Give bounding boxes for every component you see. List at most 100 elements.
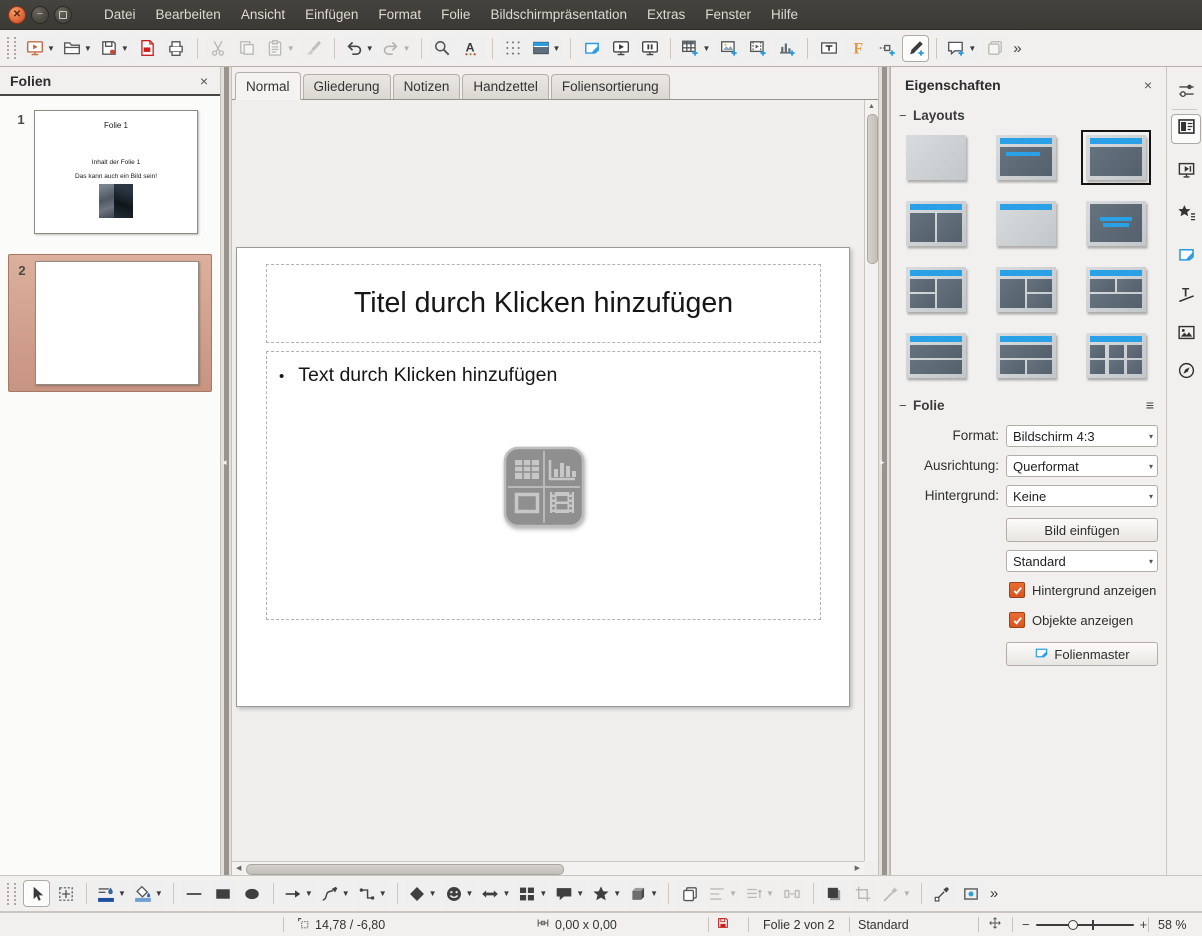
sidebar-tab-properties[interactable] <box>1171 114 1201 144</box>
window-minimize-button[interactable]: − <box>31 6 49 24</box>
slide-thumbnail-1[interactable]: 1 Folie 1 Inhalt der Folie 1 Das kann au… <box>8 104 212 240</box>
master-name-field[interactable]: Standard <box>858 913 909 936</box>
collapse-left-handle[interactable]: ◂ <box>222 457 227 468</box>
menu-ansicht[interactable]: Ansicht <box>231 0 295 30</box>
zoom-slider-thumb[interactable] <box>1068 920 1078 930</box>
menu-fenster[interactable]: Fenster <box>695 0 761 30</box>
toolbar-grip[interactable] <box>7 883 16 905</box>
panel-splitter-right[interactable]: ▸ <box>878 67 890 875</box>
tool-flowchart[interactable]: ▼ <box>515 880 550 907</box>
dropdown-arrow-icon[interactable]: ▼ <box>613 889 621 898</box>
window-close-button[interactable]: ✕ <box>8 6 26 24</box>
tool-open[interactable]: ▼ <box>60 35 95 62</box>
tool-presentation-current[interactable] <box>636 35 663 62</box>
window-maximize-button[interactable] <box>54 6 72 24</box>
sidebar-tab-slide-transition[interactable] <box>1171 158 1201 188</box>
dropdown-arrow-icon[interactable]: ▼ <box>903 889 911 898</box>
menu-format[interactable]: Format <box>368 0 431 30</box>
tool-insert-chart[interactable] <box>773 35 800 62</box>
tool-undo[interactable]: ▼ <box>342 35 377 62</box>
toolbar-overflow-button[interactable]: » <box>986 885 1002 902</box>
sidebar-tab-animation[interactable] <box>1171 200 1201 230</box>
tool-curves-polygons[interactable]: ▼ <box>318 880 353 907</box>
scroll-right-arrow[interactable]: ▶ <box>855 864 860 872</box>
scroll-left-arrow[interactable]: ◀ <box>236 864 241 872</box>
layout-title-content[interactable] <box>1086 135 1146 180</box>
menu-bildschirmpraesentation[interactable]: Bildschirmpräsentation <box>480 0 637 30</box>
layout-blank[interactable] <box>906 135 966 180</box>
tool-ellipse[interactable] <box>239 880 266 907</box>
menu-hilfe[interactable]: Hilfe <box>761 0 808 30</box>
layouts-section-header[interactable]: − Layouts <box>891 105 1166 125</box>
layout-title-slide[interactable] <box>996 135 1056 180</box>
slides-panel-close-button[interactable]: × <box>198 73 210 89</box>
document-modified-indicator[interactable] <box>716 913 730 936</box>
content-placeholder[interactable]: • Text durch Klicken hinzufügen <box>266 351 821 620</box>
menu-bearbeiten[interactable]: Bearbeiten <box>146 0 231 30</box>
tool-spelling[interactable]: A <box>458 35 485 62</box>
sidebar-tab-sidebar-settings[interactable] <box>1171 78 1201 108</box>
tab-notizen[interactable]: Notizen <box>393 74 461 99</box>
sidebar-tab-styles[interactable]: T <box>1171 282 1201 312</box>
collapse-right-handle[interactable]: ▸ <box>880 457 885 468</box>
tool-start-presentation[interactable] <box>607 35 634 62</box>
dropdown-arrow-icon[interactable]: ▼ <box>539 889 547 898</box>
layout-title-6content[interactable] <box>1086 333 1146 378</box>
slide-section-header[interactable]: − Folie ≡ <box>891 395 1166 415</box>
slide-number-field[interactable]: Folie 2 von 2 <box>763 913 835 936</box>
content-insert-icons[interactable] <box>503 446 585 528</box>
layout-title-2content-over-content[interactable] <box>1086 267 1146 312</box>
dropdown-arrow-icon[interactable]: ▼ <box>466 889 474 898</box>
tool-select[interactable] <box>23 880 50 907</box>
tool-stars[interactable]: ▼ <box>589 880 624 907</box>
tool-master-slide[interactable] <box>578 35 605 62</box>
tool-display-grid[interactable] <box>500 35 527 62</box>
panel-splitter-left[interactable]: ◂ <box>220 67 232 875</box>
layout-title-content-2content[interactable] <box>996 267 1056 312</box>
vertical-scrollbar[interactable]: ▲ <box>864 100 878 861</box>
show-background-checkbox[interactable]: Hintergrund anzeigen <box>1009 582 1163 598</box>
dropdown-arrow-icon[interactable]: ▼ <box>553 44 561 53</box>
tool-insert-textbox[interactable] <box>815 35 842 62</box>
scroll-up-arrow[interactable]: ▲ <box>865 100 878 114</box>
format-combobox[interactable]: Bildschirm 4:3▾ <box>1006 425 1158 447</box>
zoom-in-button[interactable]: + <box>1140 917 1148 932</box>
layouts-collapse-icon[interactable]: − <box>899 108 913 123</box>
tool-rectangle[interactable] <box>210 880 237 907</box>
slide-thumbnail-2[interactable]: 2 <box>8 254 212 392</box>
menu-einfuegen[interactable]: Einfügen <box>295 0 368 30</box>
fit-slide-button[interactable] <box>988 913 1002 936</box>
dropdown-arrow-icon[interactable]: ▼ <box>84 44 92 53</box>
layout-title-content-over-content[interactable] <box>906 333 966 378</box>
tool-shadow[interactable] <box>821 880 848 907</box>
master-slide-button[interactable]: Folienmaster <box>1006 642 1158 666</box>
dropdown-arrow-icon[interactable]: ▼ <box>502 889 510 898</box>
tool-insert-table[interactable]: ▼ <box>678 35 713 62</box>
vertical-scrollbar-thumb[interactable] <box>867 114 878 264</box>
tool-save[interactable]: ▼ <box>97 35 132 62</box>
dropdown-arrow-icon[interactable]: ▼ <box>155 889 163 898</box>
dropdown-arrow-icon[interactable]: ▼ <box>702 44 710 53</box>
sidebar-tab-navigator[interactable] <box>1171 358 1201 388</box>
layout-centered-text[interactable] <box>1086 201 1146 246</box>
dropdown-arrow-icon[interactable]: ▼ <box>766 889 774 898</box>
tool-block-arrows[interactable]: ▼ <box>478 880 513 907</box>
tool-export-pdf[interactable] <box>134 35 161 62</box>
toolbar-grip[interactable] <box>7 37 16 59</box>
zoom-slider[interactable] <box>1036 919 1134 931</box>
master-slide-combobox[interactable]: Standard▾ <box>1006 550 1158 572</box>
title-placeholder[interactable]: Titel durch Klicken hinzufügen <box>266 264 821 343</box>
slide-section-collapse-icon[interactable]: − <box>899 398 913 413</box>
tool-lines-arrows[interactable]: ▼ <box>281 880 316 907</box>
tool-symbol-shapes[interactable]: ▼ <box>442 880 477 907</box>
orientation-combobox[interactable]: Querformat▾ <box>1006 455 1158 477</box>
tool-transformations[interactable] <box>676 880 703 907</box>
dropdown-arrow-icon[interactable]: ▼ <box>403 44 411 53</box>
sidebar-tab-master-slides[interactable] <box>1171 242 1201 272</box>
tool-display-views[interactable]: ▼ <box>529 35 564 62</box>
insert-image-button[interactable]: Bild einfügen <box>1006 518 1158 542</box>
toolbar-overflow-button[interactable]: » <box>1009 40 1025 57</box>
menu-folie[interactable]: Folie <box>431 0 480 30</box>
show-objects-checkbox[interactable]: Objekte anzeigen <box>1009 612 1163 628</box>
dropdown-arrow-icon[interactable]: ▼ <box>379 889 387 898</box>
